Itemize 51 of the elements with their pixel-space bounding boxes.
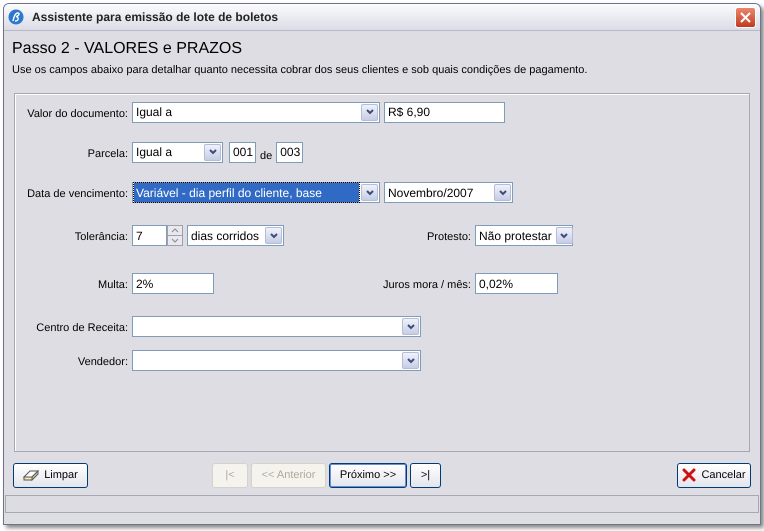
step-description: Use os campos abaixo para detalhar quanto necessita cobrar dos seus clientes e sob quais condições de pagamento. bbox=[12, 63, 588, 78]
dropdown-button[interactable] bbox=[265, 227, 282, 244]
installment-from-field[interactable]: 001 bbox=[229, 142, 256, 162]
close-icon bbox=[682, 468, 696, 482]
separator-label: de bbox=[260, 148, 272, 164]
window-title: Assistente para emissão de lote de boletos bbox=[32, 9, 280, 26]
dropdown-button[interactable] bbox=[361, 184, 378, 201]
amount-field[interactable]: R$ 6,90 bbox=[384, 102, 505, 122]
tolerance-field[interactable]: 7 bbox=[132, 225, 167, 246]
caret-icon bbox=[366, 109, 374, 115]
due-date-dropdown[interactable]: Variável - dia perfil do cliente, base bbox=[132, 182, 380, 203]
step-title: Passo 2 - VALORES e PRAZOS bbox=[12, 39, 244, 59]
field-label: Centro de Receita: bbox=[35, 321, 129, 336]
nav-button[interactable]: >| bbox=[410, 462, 441, 488]
field-label: Vendedor: bbox=[76, 355, 129, 370]
field-label: Parcela: bbox=[86, 146, 129, 162]
installment-to-field[interactable]: 003 bbox=[276, 142, 304, 162]
fine-field[interactable]: 2% bbox=[132, 273, 214, 294]
app-logo-icon bbox=[8, 9, 24, 25]
month-dropdown[interactable]: Novembro/2007 bbox=[384, 182, 513, 203]
document-value-dropdown[interactable]: Igual a bbox=[132, 102, 380, 122]
caret-icon bbox=[208, 149, 216, 155]
clear-button[interactable]: Limpar bbox=[13, 462, 88, 488]
caret-icon bbox=[406, 324, 414, 330]
caret-icon bbox=[366, 190, 374, 196]
cancel-button[interactable]: Cancelar bbox=[677, 462, 751, 488]
field-label: Data de vencimento: bbox=[26, 187, 129, 202]
caret-icon bbox=[406, 358, 414, 364]
interest-field[interactable]: 0,02% bbox=[475, 273, 558, 294]
field-label: Tolerância: bbox=[74, 230, 129, 245]
down-arrow-icon bbox=[168, 235, 182, 245]
nav-button[interactable]: Próximo >> bbox=[329, 462, 407, 488]
field-label: Juros mora / mês: bbox=[382, 278, 472, 293]
close-button[interactable] bbox=[735, 6, 756, 28]
dropdown-button[interactable] bbox=[204, 144, 221, 160]
dropdown-button[interactable] bbox=[494, 184, 511, 201]
dropdown-button[interactable] bbox=[556, 227, 573, 244]
installment-dropdown[interactable]: Igual a bbox=[132, 142, 223, 162]
field-label: Protesto: bbox=[426, 230, 472, 245]
dropdown-button[interactable] bbox=[402, 318, 419, 335]
close-icon bbox=[740, 12, 751, 22]
caret-icon bbox=[560, 232, 568, 238]
protest-dropdown[interactable]: Não protestar bbox=[475, 225, 573, 246]
dropdown-button[interactable] bbox=[402, 352, 419, 369]
caret-icon bbox=[270, 232, 278, 238]
eraser-icon bbox=[23, 469, 40, 481]
caret-icon bbox=[498, 190, 506, 196]
field-label: Multa: bbox=[97, 278, 129, 293]
day-type-dropdown[interactable]: dias corridos bbox=[187, 225, 284, 246]
dropdown-button[interactable] bbox=[361, 104, 378, 120]
field-label: Valor do documento: bbox=[26, 106, 129, 122]
